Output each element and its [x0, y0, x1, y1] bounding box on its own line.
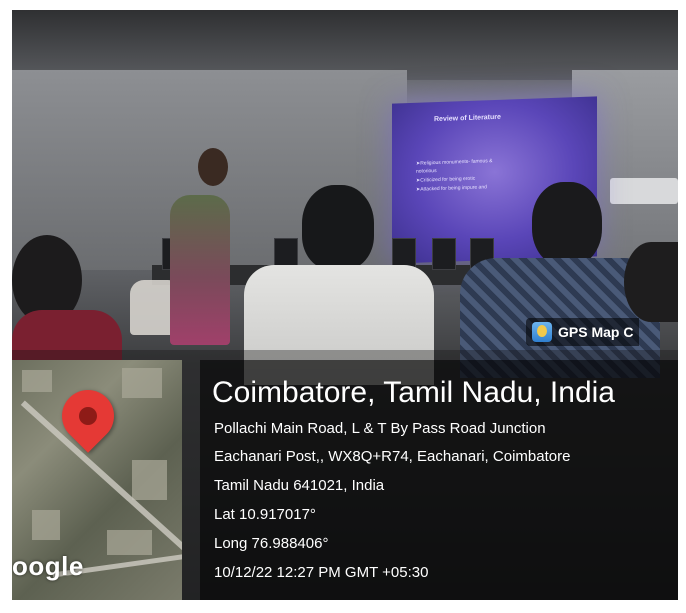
slide-bullet: ➤Religious monuments- famous &	[416, 158, 493, 167]
address-line-3: Tamil Nadu 641021, India	[214, 477, 385, 494]
map-logo: oogle	[12, 551, 84, 581]
latitude: Lat 10.917017°	[214, 506, 316, 523]
monitor	[432, 238, 456, 270]
gps-map-camera-icon	[532, 322, 552, 342]
map-building	[22, 370, 52, 392]
location-title: Coimbatore, Tamil Nadu, India	[212, 376, 615, 409]
map-building	[32, 510, 60, 540]
map-building	[132, 460, 167, 500]
slide-bullet: ➤Attacked for being impure and	[416, 184, 487, 193]
address-line-1: Pollachi Main Road, L & T By Pass Road J…	[214, 420, 546, 437]
map-building	[122, 368, 162, 398]
air-conditioner	[610, 178, 678, 204]
pin-center	[75, 403, 101, 429]
longitude: Long 76.988406°	[214, 535, 329, 552]
audience-member-head	[532, 182, 602, 267]
audience-member-head	[302, 185, 374, 270]
map-building	[107, 530, 152, 555]
timestamp: 10/12/22 12:27 PM GMT +05:30	[214, 564, 429, 581]
gps-badge-label: GPS Map C	[558, 324, 634, 340]
presenter	[170, 195, 230, 345]
address-line-2: Eachanari Post,, WX8Q+R74, Eachanari, Co…	[214, 448, 571, 465]
slide-title: Review of Literature	[434, 113, 501, 124]
slide-bullet: notorious	[416, 168, 437, 175]
location-info-panel: Coimbatore, Tamil Nadu, India Pollachi M…	[200, 360, 678, 600]
slide-bullet: ➤Criticized for being erotic	[416, 175, 476, 184]
audience-member-head	[624, 242, 678, 322]
map-thumbnail: oogle	[12, 360, 182, 600]
gps-map-camera-badge: GPS Map C	[526, 318, 640, 346]
presenter-head	[198, 148, 228, 186]
